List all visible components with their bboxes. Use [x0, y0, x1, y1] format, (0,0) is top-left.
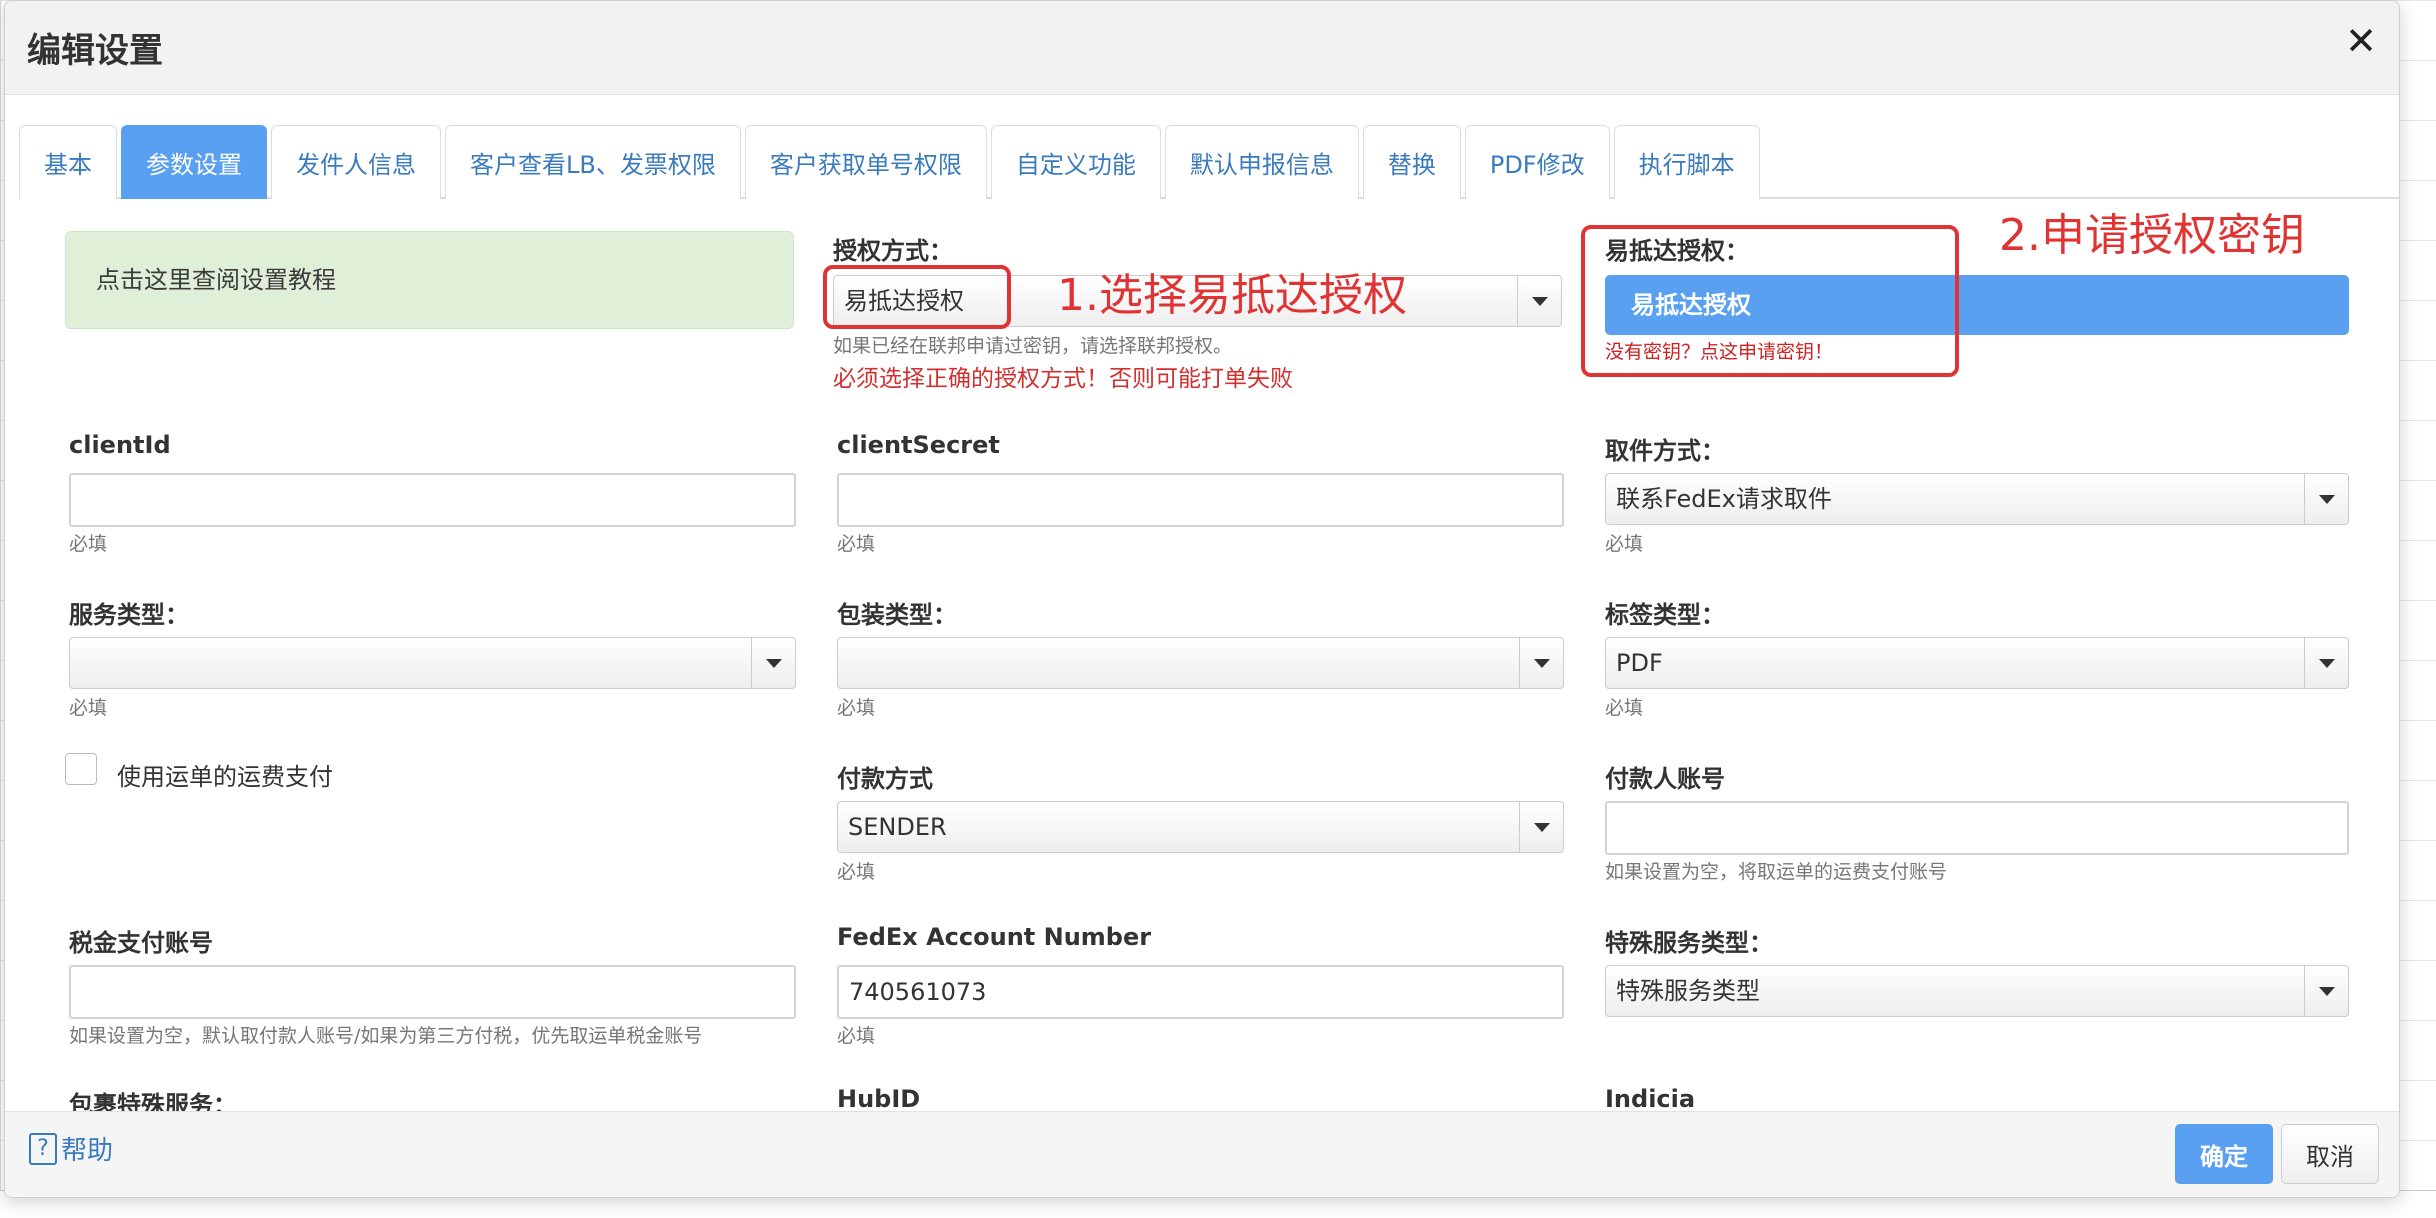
- chevron-down-icon: [2304, 966, 2348, 1016]
- dialog-footer: ? 帮助 确定 取消: [5, 1111, 2399, 1197]
- auth-method-warning: 必须选择正确的授权方式！否则可能打单失败: [833, 366, 1293, 392]
- tab-parameter-settings[interactable]: 参数设置: [121, 125, 267, 199]
- annotation-step1: 1.选择易抵达授权: [1057, 270, 1407, 321]
- payer-account-help: 如果设置为空，将取运单的运费支付账号: [1605, 861, 1948, 883]
- special-service-type-select[interactable]: 特殊服务类型: [1605, 965, 2349, 1017]
- chevron-down-icon: [1519, 638, 1563, 688]
- question-icon: ?: [29, 1132, 57, 1165]
- pickup-method-value: 联系FedEx请求取件: [1616, 485, 1832, 513]
- special-service-type-value: 特殊服务类型: [1616, 977, 1760, 1005]
- annotation-step2: 2.申请授权密钥: [1999, 210, 2305, 261]
- payer-account-input[interactable]: [1605, 801, 2349, 855]
- pickup-method-select[interactable]: 联系FedEx请求取件: [1605, 473, 2349, 525]
- use-waybill-freight-checkbox[interactable]: [65, 753, 97, 785]
- auth-method-label: 授权方式：: [833, 237, 953, 265]
- hub-id-label: HubID: [837, 1085, 921, 1113]
- fedex-account-label: FedEx Account Number: [837, 923, 1152, 951]
- help-link[interactable]: ? 帮助: [29, 1130, 113, 1167]
- pickup-method-required: 必填: [1605, 533, 1644, 555]
- service-type-label: 服务类型：: [69, 601, 189, 629]
- chevron-down-icon: [751, 638, 795, 688]
- chevron-down-icon: [1517, 276, 1561, 326]
- tab-customer-view-lb-invoice[interactable]: 客户查看LB、发票权限: [445, 125, 741, 199]
- tax-account-help: 如果设置为空，默认取付款人账号/如果为第三方付税，优先取运单税金账号: [69, 1025, 703, 1047]
- cancel-button[interactable]: 取消: [2281, 1124, 2379, 1184]
- annotation-box-step2: [1581, 225, 1959, 377]
- annotation-box-step1: [823, 265, 1011, 329]
- client-id-input[interactable]: [69, 473, 796, 527]
- tab-customer-tracking-number[interactable]: 客户获取单号权限: [744, 125, 987, 199]
- dialog-body: 点击这里查阅设置教程 授权方式： 易抵达授权 如果已经在联邦申请过密钥，请选择联…: [5, 199, 2399, 1113]
- tax-account-input[interactable]: [69, 965, 796, 1019]
- fedex-account-required: 必填: [837, 1025, 876, 1047]
- payment-method-select[interactable]: SENDER: [837, 801, 1564, 853]
- help-label: 帮助: [61, 1136, 114, 1166]
- tab-basic[interactable]: 基本: [19, 125, 117, 199]
- edit-settings-dialog: 编辑设置 ✕ 基本 参数设置 发件人信息 客户查看LB、发票权限 客户获取单号权…: [4, 0, 2400, 1198]
- pickup-method-label: 取件方式：: [1605, 437, 1725, 465]
- tab-default-declaration[interactable]: 默认申报信息: [1164, 125, 1359, 199]
- tab-sender-info[interactable]: 发件人信息: [271, 125, 441, 199]
- label-type-select[interactable]: PDF: [1605, 637, 2349, 689]
- tab-custom-functions[interactable]: 自定义功能: [990, 125, 1161, 199]
- packaging-type-label: 包装类型：: [837, 601, 957, 629]
- chevron-down-icon: [2304, 474, 2348, 524]
- label-type-required: 必填: [1605, 697, 1644, 719]
- indicia-label: Indicia: [1605, 1085, 1696, 1113]
- tab-replace[interactable]: 替换: [1362, 125, 1461, 199]
- tab-bar: 基本 参数设置 发件人信息 客户查看LB、发票权限 客户获取单号权限 自定义功能…: [19, 125, 2399, 199]
- label-type-label: 标签类型：: [1605, 601, 1725, 629]
- chevron-down-icon: [2304, 638, 2348, 688]
- client-id-required: 必填: [69, 533, 108, 555]
- tutorial-link[interactable]: 点击这里查阅设置教程: [65, 231, 794, 329]
- payer-account-label: 付款人账号: [1605, 765, 1725, 793]
- packaging-type-select[interactable]: [837, 637, 1564, 689]
- chevron-down-icon: [1519, 802, 1563, 852]
- fedex-account-input[interactable]: 740561073: [837, 965, 1564, 1019]
- dialog-header: 编辑设置 ✕: [5, 1, 2399, 95]
- tab-run-script[interactable]: 执行脚本: [1613, 125, 1760, 199]
- dialog-title: 编辑设置: [27, 31, 163, 71]
- auth-method-help: 如果已经在联邦申请过密钥，请选择联邦授权。: [833, 335, 1233, 357]
- payment-method-required: 必填: [837, 861, 876, 883]
- service-type-select[interactable]: [69, 637, 796, 689]
- client-secret-required: 必填: [837, 533, 876, 555]
- client-secret-label: clientSecret: [837, 431, 1000, 459]
- packaging-type-required: 必填: [837, 697, 876, 719]
- payment-method-value: SENDER: [848, 813, 947, 841]
- close-icon[interactable]: ✕: [2345, 17, 2377, 65]
- tax-account-label: 税金支付账号: [69, 929, 213, 957]
- use-waybill-freight-label: 使用运单的运费支付: [117, 763, 333, 791]
- label-type-value: PDF: [1616, 649, 1663, 677]
- special-service-type-label: 特殊服务类型：: [1605, 929, 1773, 957]
- payment-method-label: 付款方式: [837, 765, 933, 793]
- service-type-required: 必填: [69, 697, 108, 719]
- client-id-label: clientId: [69, 431, 171, 459]
- confirm-button[interactable]: 确定: [2175, 1124, 2273, 1184]
- tab-pdf-modify[interactable]: PDF修改: [1464, 125, 1610, 199]
- client-secret-input[interactable]: [837, 473, 1564, 527]
- package-special-service-label: 包裹特殊服务：: [69, 1091, 237, 1113]
